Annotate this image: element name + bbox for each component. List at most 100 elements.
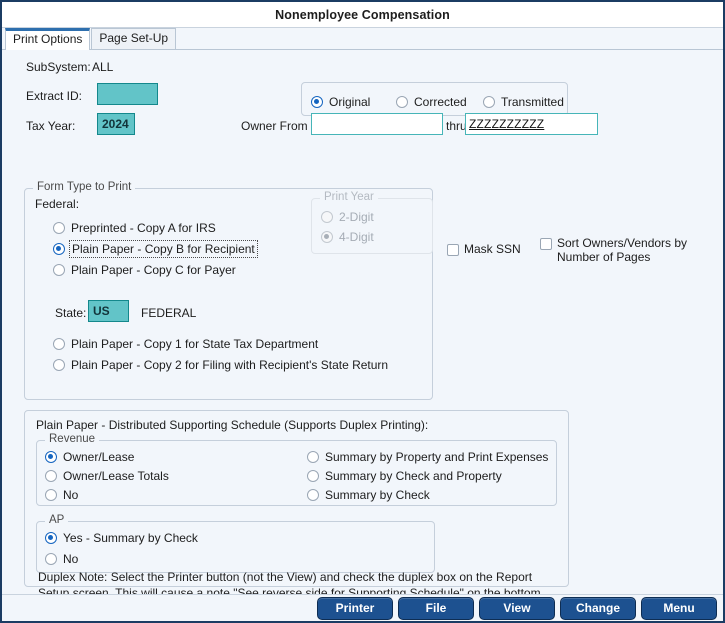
tab-strip: Print Options Page Set-Up bbox=[2, 28, 723, 50]
print-options-panel: SubSystem: ALL Extract ID: Tax Year: 202… bbox=[2, 50, 723, 616]
radio-print-year-4-digit: 4-Digit bbox=[321, 227, 374, 246]
checkbox-sort-owners-vendors[interactable]: Sort Owners/Vendors by Number of Pages bbox=[540, 236, 687, 264]
radio-corrected-label: Corrected bbox=[414, 94, 467, 109]
supporting-schedule-panel: Plain Paper - Distributed Supporting Sch… bbox=[24, 410, 569, 616]
checkbox-sort-line-1: Sort Owners/Vendors by bbox=[557, 236, 688, 250]
radio-revenue-summary-check-label: Summary by Check bbox=[325, 487, 430, 502]
checkbox-mask-ssn[interactable]: Mask SSN bbox=[447, 242, 521, 256]
radio-state-copy-2[interactable]: Plain Paper - Copy 2 for Filing with Rec… bbox=[53, 355, 388, 374]
tax-year-field[interactable]: 2024 bbox=[97, 113, 135, 135]
state-label: State: bbox=[55, 306, 87, 320]
checkbox-mask-ssn-box bbox=[447, 244, 459, 256]
radio-original-indicator bbox=[311, 95, 323, 108]
radio-state-copy-1-label: Plain Paper - Copy 1 for State Tax Depar… bbox=[71, 336, 319, 351]
radio-preprinted-copy-a-label: Preprinted - Copy A for IRS bbox=[71, 220, 216, 235]
radio-print-year-2-digit-indicator bbox=[321, 210, 333, 223]
radio-revenue-owner-lease-totals-label: Owner/Lease Totals bbox=[63, 468, 169, 483]
radio-revenue-owner-lease-label: Owner/Lease bbox=[63, 449, 135, 464]
radio-revenue-owner-lease-totals[interactable]: Owner/Lease Totals bbox=[45, 466, 169, 485]
radio-ap-yes-summary-by-check-indicator bbox=[45, 531, 57, 544]
window-title: Nonemployee Compensation bbox=[275, 7, 450, 22]
radio-plain-paper-copy-c[interactable]: Plain Paper - Copy C for Payer bbox=[53, 260, 236, 279]
ap-group-title: AP bbox=[45, 514, 69, 526]
radio-ap-yes-summary-by-check[interactable]: Yes - Summary by Check bbox=[45, 528, 198, 547]
radio-plain-paper-copy-b[interactable]: Plain Paper - Copy B for Recipient bbox=[53, 239, 258, 258]
radio-state-copy-2-label: Plain Paper - Copy 2 for Filing with Rec… bbox=[71, 357, 389, 372]
print-year-group: Print Year 2-Digit 4-Digit bbox=[311, 191, 433, 254]
subsystem-label: SubSystem: bbox=[26, 60, 91, 74]
state-code-field[interactable]: US bbox=[88, 300, 129, 322]
radio-transmitted-indicator bbox=[483, 95, 495, 108]
checkbox-sort-line-2: Number of Pages bbox=[557, 250, 651, 264]
tab-strip-filler bbox=[176, 48, 723, 49]
form-type-group: Form Type to Print Federal: Preprinted -… bbox=[24, 181, 433, 400]
form-type-group-title: Form Type to Print bbox=[33, 181, 136, 193]
radio-state-copy-1[interactable]: Plain Paper - Copy 1 for State Tax Depar… bbox=[53, 334, 318, 353]
revenue-group-title: Revenue bbox=[45, 433, 100, 445]
radio-revenue-summary-check-indicator bbox=[307, 488, 319, 501]
radio-plain-paper-copy-b-indicator bbox=[53, 242, 65, 255]
radio-revenue-no[interactable]: No bbox=[45, 485, 78, 504]
view-button[interactable]: View bbox=[479, 596, 555, 620]
radio-corrected-indicator bbox=[396, 95, 408, 108]
radio-revenue-summary-check-property[interactable]: Summary by Check and Property bbox=[307, 466, 502, 485]
federal-label: Federal: bbox=[35, 197, 80, 211]
radio-plain-paper-copy-c-indicator bbox=[53, 263, 65, 276]
radio-ap-no-label: No bbox=[63, 551, 79, 566]
radio-revenue-owner-lease-indicator bbox=[45, 450, 57, 463]
radio-state-copy-1-indicator bbox=[53, 337, 65, 350]
extract-id-field[interactable] bbox=[97, 83, 158, 105]
radio-revenue-no-label: No bbox=[63, 487, 79, 502]
print-year-group-title: Print Year bbox=[320, 191, 378, 203]
radio-ap-no[interactable]: No bbox=[45, 549, 78, 568]
radio-original-label: Original bbox=[329, 94, 371, 109]
radio-print-year-2-digit-label: 2-Digit bbox=[339, 209, 374, 224]
radio-original[interactable]: Original bbox=[311, 92, 370, 111]
radio-revenue-owner-lease-totals-indicator bbox=[45, 469, 57, 482]
radio-state-copy-2-indicator bbox=[53, 358, 65, 371]
radio-revenue-owner-lease[interactable]: Owner/Lease bbox=[45, 447, 134, 466]
radio-corrected[interactable]: Corrected bbox=[396, 92, 467, 111]
record-status-group: Original Corrected Transmitted bbox=[301, 82, 568, 116]
radio-revenue-summary-property-print-expenses[interactable]: Summary by Property and Print Expenses bbox=[307, 447, 548, 466]
radio-ap-no-indicator bbox=[45, 552, 57, 565]
radio-preprinted-copy-a[interactable]: Preprinted - Copy A for IRS bbox=[53, 218, 216, 237]
radio-plain-paper-copy-c-label: Plain Paper - Copy C for Payer bbox=[71, 262, 236, 277]
radio-revenue-summary-check-property-indicator bbox=[307, 469, 319, 482]
ap-group: AP Yes - Summary by Check No bbox=[36, 514, 435, 573]
radio-plain-paper-copy-b-label: Plain Paper - Copy B for Recipient bbox=[69, 239, 258, 258]
tab-page-set-up[interactable]: Page Set-Up bbox=[91, 28, 177, 49]
application-window: Nonemployee Compensation Print Options P… bbox=[0, 0, 725, 623]
owner-from-input[interactable] bbox=[311, 113, 443, 135]
radio-revenue-summary-property-print-expenses-label: Summary by Property and Print Expenses bbox=[325, 449, 549, 464]
radio-revenue-no-indicator bbox=[45, 488, 57, 501]
radio-revenue-summary-check-property-label: Summary by Check and Property bbox=[325, 468, 502, 483]
menu-button[interactable]: Menu bbox=[641, 596, 717, 620]
tab-print-options[interactable]: Print Options bbox=[5, 28, 91, 50]
action-button-bar: Printer File View Change Menu bbox=[2, 594, 723, 621]
change-button[interactable]: Change bbox=[560, 596, 636, 620]
radio-transmitted-label: Transmitted bbox=[501, 94, 564, 109]
tab-print-options-label: Print Options bbox=[13, 32, 83, 46]
thru-label: thru bbox=[446, 119, 467, 133]
radio-transmitted[interactable]: Transmitted bbox=[483, 92, 564, 111]
revenue-group: Revenue Owner/Lease Owner/Lease Totals N… bbox=[36, 433, 557, 506]
tax-year-label: Tax Year: bbox=[26, 119, 76, 133]
radio-print-year-2-digit: 2-Digit bbox=[321, 207, 374, 226]
owner-thru-input[interactable]: ZZZZZZZZZZ bbox=[465, 113, 598, 135]
radio-revenue-summary-property-print-expenses-indicator bbox=[307, 450, 319, 463]
radio-revenue-summary-check[interactable]: Summary by Check bbox=[307, 485, 430, 504]
checkbox-sort-owners-vendors-box bbox=[540, 238, 552, 250]
radio-preprinted-copy-a-indicator bbox=[53, 221, 65, 234]
file-button[interactable]: File bbox=[398, 596, 474, 620]
subsystem-value: ALL bbox=[92, 60, 114, 74]
radio-ap-yes-summary-by-check-label: Yes - Summary by Check bbox=[63, 530, 198, 545]
printer-button[interactable]: Printer bbox=[317, 596, 393, 620]
radio-print-year-4-digit-indicator bbox=[321, 230, 333, 243]
extract-id-label: Extract ID: bbox=[26, 89, 83, 103]
state-name-label: FEDERAL bbox=[141, 306, 197, 320]
checkbox-sort-owners-vendors-label: Sort Owners/Vendors by Number of Pages bbox=[557, 236, 687, 264]
radio-print-year-4-digit-label: 4-Digit bbox=[339, 229, 374, 244]
window-titlebar: Nonemployee Compensation bbox=[2, 2, 723, 28]
checkbox-mask-ssn-label: Mask SSN bbox=[464, 242, 521, 256]
